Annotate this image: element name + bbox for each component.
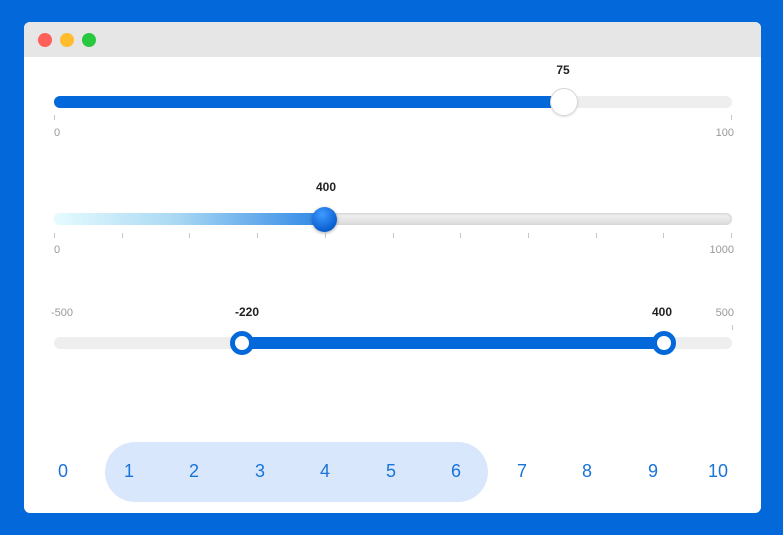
number-option-2[interactable]: 2 xyxy=(179,459,209,483)
basic-slider-min-label: 0 xyxy=(54,127,61,139)
maximize-window-icon[interactable] xyxy=(82,33,96,47)
stepped-slider-tick xyxy=(731,233,732,238)
number-option-7[interactable]: 7 xyxy=(507,459,537,483)
number-option-9[interactable]: 9 xyxy=(638,459,668,483)
stepped-slider-tick xyxy=(663,233,664,238)
stepped-slider-tick xyxy=(257,233,258,238)
stepped-slider-tick xyxy=(189,233,190,238)
stepped-slider-tick xyxy=(54,233,55,238)
range-slider-low-value: -220 xyxy=(234,305,260,319)
stepped-slider-tick xyxy=(460,233,461,238)
close-window-icon[interactable] xyxy=(38,33,52,47)
number-option-6[interactable]: 6 xyxy=(441,459,471,483)
stepped-slider-tick xyxy=(122,233,123,238)
basic-slider-value: 75 xyxy=(556,63,570,77)
range-slider-fill xyxy=(242,337,664,349)
app-window: 75 0 100 400 0 1000 -500 500 -220 400 01… xyxy=(24,22,761,513)
basic-slider-tick xyxy=(731,115,732,120)
range-slider-tick xyxy=(732,325,733,330)
number-option-10[interactable]: 10 xyxy=(703,459,733,483)
basic-slider-max-label: 100 xyxy=(715,127,734,139)
basic-slider-tick xyxy=(54,115,55,120)
stepped-slider-tick xyxy=(325,233,326,238)
number-option-5[interactable]: 5 xyxy=(376,459,406,483)
basic-slider-thumb[interactable] xyxy=(550,88,578,116)
stepped-slider-fill xyxy=(54,213,326,225)
minimize-window-icon[interactable] xyxy=(60,33,74,47)
range-slider-min-label: -500 xyxy=(51,307,74,319)
number-option-1[interactable]: 1 xyxy=(114,459,144,483)
basic-slider-fill xyxy=(54,96,564,108)
stepped-slider-min-label: 0 xyxy=(54,244,61,256)
stepped-slider-value: 400 xyxy=(315,180,337,194)
stepped-slider-tick xyxy=(393,233,394,238)
selected-range-highlight xyxy=(105,442,488,502)
number-option-0[interactable]: 0 xyxy=(48,459,78,483)
range-slider-high-value: 400 xyxy=(651,305,673,319)
window-titlebar xyxy=(24,22,761,57)
stepped-slider-tick xyxy=(596,233,597,238)
number-option-4[interactable]: 4 xyxy=(310,459,340,483)
range-slider-high-thumb[interactable] xyxy=(652,331,676,355)
stepped-slider-max-label: 1000 xyxy=(709,244,734,256)
stepped-slider-thumb[interactable] xyxy=(312,207,337,232)
number-option-3[interactable]: 3 xyxy=(245,459,275,483)
number-option-8[interactable]: 8 xyxy=(572,459,602,483)
stepped-slider-tick xyxy=(528,233,529,238)
range-slider-low-thumb[interactable] xyxy=(230,331,254,355)
range-slider-max-label: 500 xyxy=(715,307,734,319)
